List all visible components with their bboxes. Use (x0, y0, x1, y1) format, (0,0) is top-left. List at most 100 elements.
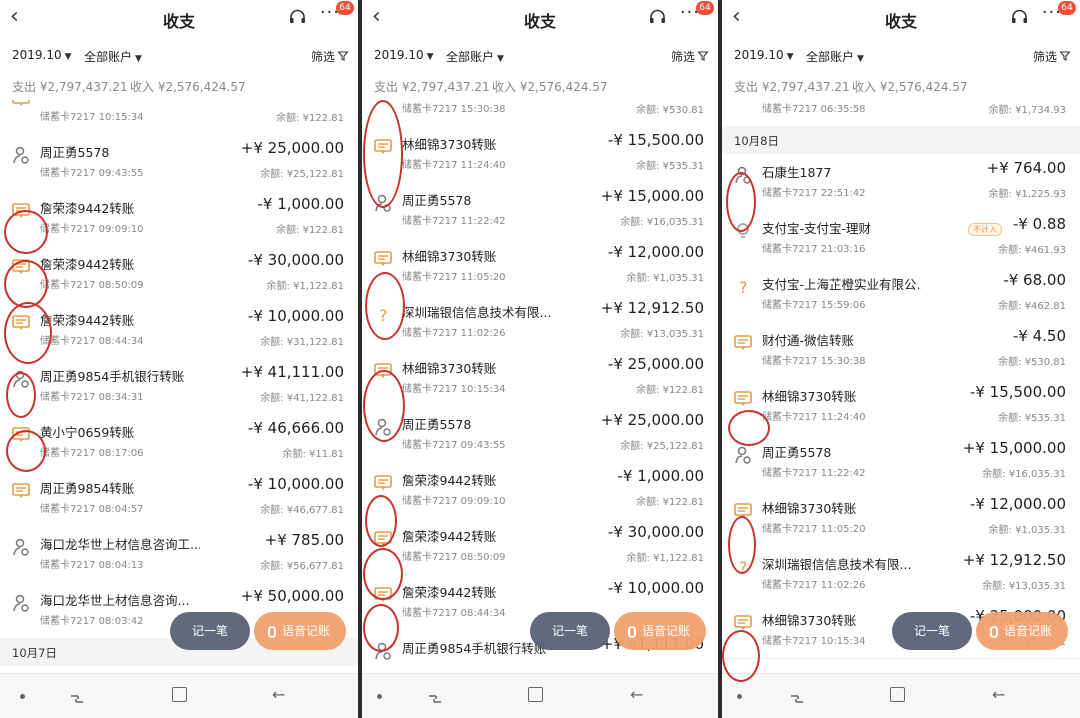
transaction-row[interactable]: 财付通-微信转账储蓄卡7217 15:30:38-¥ 4.50余额: ¥530.… (362, 100, 718, 127)
nav-dot-icon[interactable] (377, 694, 382, 699)
transaction-name: 周正勇9854手机银行转账 (402, 641, 547, 656)
transaction-row[interactable]: 林细锦3730转账储蓄卡7217 10:15:34 -¥ 25,000.00 余额:… (362, 350, 718, 407)
month-selector[interactable]: 2019.10 ▼ (12, 48, 72, 62)
transaction-balance: 余额: ¥46,677.81 (260, 505, 344, 516)
transaction-card-time: 储蓄卡7217 10:15:34 (40, 112, 144, 123)
nav-back-icon[interactable]: ← (630, 685, 643, 704)
transaction-amount: -¥ 12,000.00 (969, 495, 1066, 513)
transfer-icon (732, 500, 754, 522)
transaction-name: 林细锦3730转账 (402, 249, 497, 264)
month-selector[interactable]: 2019.10 ▼ (734, 48, 794, 62)
nav-back-icon[interactable]: ← (992, 685, 1005, 704)
transaction-row[interactable]: 周正勇5578 储蓄卡7217 09:43:55 +¥ 25,000.00 余额: ¥… (362, 406, 718, 463)
record-button[interactable]: 记一笔 (892, 612, 972, 650)
headset-icon[interactable] (649, 9, 666, 25)
transaction-balance: 余额: ¥41,122.81 (260, 393, 344, 404)
headset-icon[interactable] (289, 9, 306, 25)
home-icon[interactable] (528, 687, 543, 702)
transaction-row[interactable]: ? 深圳瑞银信信息技术有限... 储蓄卡7217 11:02:26 +¥ 12,912… (722, 546, 1080, 603)
date-group-label: 10月7日 (12, 646, 57, 660)
transaction-row[interactable]: 周正勇5578 储蓄卡7217 11:22:42 +¥ 15,000.00 余额: ¥… (722, 434, 1080, 491)
recent-apps-icon[interactable] (70, 689, 84, 703)
transaction-row[interactable]: 黄小宁0659转账 储蓄卡7217 08:17:06 -¥ 46,666.00 余额:… (0, 414, 358, 471)
expense-total: 支出 ¥2,797,437.21 (734, 80, 850, 94)
transaction-row[interactable]: 石康生1877 储蓄卡7217 22:51:42 +¥ 764.00 余额: ¥1,2… (722, 154, 1080, 211)
person-icon (10, 592, 32, 614)
transaction-balance: 余额: ¥122.81 (276, 113, 344, 124)
exclude-tag: 不计入 (968, 223, 1002, 236)
transaction-row[interactable]: 林细锦3730转账 储蓄卡7217 11:05:20 -¥ 12,000.00 余额:… (362, 238, 718, 295)
transaction-row[interactable]: 林细锦3730转账 储蓄卡7217 11:24:40 -¥ 15,500.00 余额:… (362, 126, 718, 183)
expense-total: 支出 ¥2,797,437.21 (374, 80, 490, 94)
transaction-name: 财付通-微信转账 (762, 333, 855, 348)
caret-down-icon: ▼ (426, 52, 434, 62)
transaction-row[interactable]: 林细锦3730转账 储蓄卡7217 11:05:20 -¥ 12,000.00 余额:… (722, 490, 1080, 547)
transaction-name: 深圳瑞银信信息技术有限... (762, 557, 912, 572)
home-icon[interactable] (890, 687, 905, 702)
headset-icon[interactable] (1011, 9, 1028, 25)
question-icon: ? (732, 276, 754, 298)
voice-record-button[interactable]: 语音记账 (254, 612, 346, 650)
record-button[interactable]: 记一笔 (530, 612, 610, 650)
transaction-row[interactable]: 詹荣漆9442转账 储蓄卡7217 08:50:09 -¥ 30,000.00 余额:… (362, 518, 718, 575)
transaction-name: 詹荣漆9442转账 (40, 201, 135, 216)
filter-button[interactable]: 筛选 (1033, 48, 1071, 65)
transaction-name: 林细锦3730转账 (762, 501, 857, 516)
transaction-amount: -¥ 46,666.00 (247, 419, 344, 437)
transaction-balance: 余额: ¥461.93 (998, 245, 1066, 256)
account-selector[interactable]: 全部账户 ▼ (806, 48, 864, 65)
nav-back-icon[interactable]: ← (272, 685, 285, 704)
transaction-row[interactable]: 周正勇9854转账 储蓄卡7217 08:04:57 -¥ 10,000.00 余额:… (0, 470, 358, 527)
transaction-row[interactable]: 周正勇5578 储蓄卡7217 09:43:55 +¥ 25,000.00 余额: ¥… (0, 134, 358, 191)
record-button[interactable]: 记一笔 (170, 612, 250, 650)
home-icon[interactable] (172, 687, 187, 702)
transaction-card-time: 储蓄卡7217 09:43:55 (40, 168, 144, 179)
filter-button[interactable]: 筛选 (310, 48, 349, 65)
transaction-balance: 余额: ¥530.81 (998, 357, 1066, 368)
account-selector[interactable]: 全部账户 ▼ (446, 48, 504, 65)
transaction-amount: -¥ 12,000.00 (607, 243, 704, 261)
nav-dot-icon[interactable] (20, 694, 25, 699)
transaction-row[interactable]: 林细锦3730转账 储蓄卡7217 11:24:40 -¥ 15,500.00 余额:… (722, 378, 1080, 435)
transaction-row[interactable]: 储蓄卡7217 10:15:34 余额: ¥122.81 (0, 100, 358, 135)
transaction-row[interactable]: 周正勇5578 储蓄卡7217 11:22:42 +¥ 15,000.00 余额: ¥… (362, 182, 718, 239)
transfer-icon (372, 472, 394, 494)
system-nav-bar: ← (0, 673, 358, 718)
notification-badge: 64 (696, 1, 714, 15)
transaction-row[interactable]: 财付通-微信转账储蓄卡7217 15:30:38-¥ 4.50余额: ¥530.… (722, 322, 1080, 379)
phone-screen: ‹ 收支 ··· 64 2019.10 ▼ 全部账户 ▼ 筛选 支出 ¥2,797,437.21 收… (722, 0, 1080, 718)
transaction-row[interactable]: 周正勇9854手机银行转账 储蓄卡7217 08:34:31 +¥ 41,111.0… (0, 358, 358, 415)
transaction-row[interactable]: 储蓄卡7217 06:35:58 余额: ¥1,734.93 (722, 100, 1080, 127)
recent-apps-icon[interactable] (428, 689, 442, 703)
transaction-amount: -¥ 0.88 (1012, 215, 1066, 233)
transaction-row[interactable]: 支付宝-支付宝-理财 储蓄卡7217 21:03:16 -¥ 0.88 余额: ¥46… (722, 210, 1080, 267)
filter-label: 筛选 (310, 50, 335, 64)
microphone-icon (268, 625, 276, 638)
transaction-name: 林细锦3730转账 (762, 613, 857, 628)
account-selector[interactable]: 全部账户 ▼ (84, 48, 142, 65)
transaction-list[interactable]: 储蓄卡7217 06:35:58 余额: ¥1,734.93 10月8日 石康生187… (722, 100, 1080, 670)
voice-record-button[interactable]: 语音记账 (976, 612, 1068, 650)
transfer-icon (372, 100, 394, 102)
summary-bar: 支出 ¥2,797,437.21 收入 ¥2,576,424.57 (722, 72, 1080, 100)
transaction-row[interactable]: 詹荣漆9442转账 储蓄卡7217 09:09:10 -¥ 1,000.00 余额: … (0, 190, 358, 247)
transaction-row[interactable]: 詹荣漆9442转账 储蓄卡7217 08:50:09 -¥ 30,000.00 余额:… (0, 246, 358, 303)
transaction-row[interactable]: 詹荣漆9442转账 储蓄卡7217 09:09:10 -¥ 1,000.00 余额: … (362, 462, 718, 519)
transaction-row[interactable]: 詹荣漆9442转账 储蓄卡7217 08:44:34 -¥ 10,000.00 余额:… (0, 302, 358, 359)
recent-apps-icon[interactable] (790, 689, 804, 703)
transaction-card-time: 储蓄卡7217 08:44:34 (402, 608, 506, 619)
transaction-row[interactable]: ? 支付宝-上海芷橙实业有限公... 储蓄卡7217 15:59:06 -¥ 68.0… (722, 266, 1080, 323)
transaction-list[interactable]: 财付通-微信转账储蓄卡7217 15:30:38-¥ 4.50余额: ¥530.… (362, 100, 718, 670)
transaction-amount: +¥ 25,000.00 (240, 139, 344, 157)
caret-down-icon: ▼ (64, 52, 72, 62)
transaction-card-time: 储蓄卡7217 22:51:42 (762, 188, 866, 199)
transaction-row[interactable]: ? 深圳瑞银信信息技术有限... 储蓄卡7217 11:02:26 +¥ 12,912… (362, 294, 718, 351)
transaction-row[interactable]: 海口龙华世上材信息咨询工... 储蓄卡7217 08:04:13 +¥ 785.00… (0, 526, 358, 583)
filter-button[interactable]: 筛选 (671, 48, 709, 65)
transaction-list[interactable]: 储蓄卡7217 10:15:34 余额: ¥122.81 周正勇5578 储蓄卡721… (0, 100, 358, 670)
nav-dot-icon[interactable] (737, 694, 742, 699)
voice-record-button[interactable]: 语音记账 (614, 612, 706, 650)
transaction-balance: 余额: ¥56,677.81 (260, 561, 344, 572)
month-selector[interactable]: 2019.10 ▼ (374, 48, 434, 62)
transaction-name: 海口龙华世上材信息咨询... (40, 593, 190, 608)
